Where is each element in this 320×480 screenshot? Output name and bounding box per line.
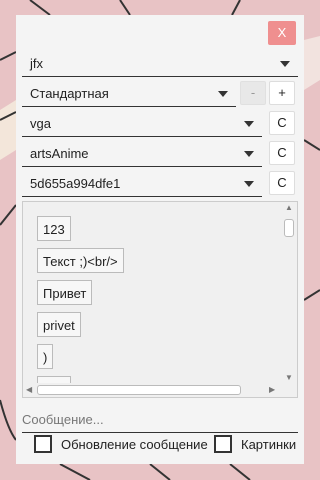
images-option[interactable]: Картинки <box>214 435 296 453</box>
room-select[interactable]: artsAnime <box>22 141 262 167</box>
plus-button[interactable]: + <box>269 81 295 105</box>
message-input[interactable] <box>22 407 298 433</box>
chat-panel: X jfx Стандартная - + vga C artsAnime C … <box>16 15 304 464</box>
minus-button[interactable]: - <box>240 81 266 105</box>
chevron-down-icon <box>280 61 290 67</box>
vertical-scrollbar[interactable]: ▲ ▼ <box>281 202 297 383</box>
vertical-scroll-thumb[interactable] <box>284 219 294 237</box>
session-select[interactable]: 5d655a994dfe1 <box>22 171 262 197</box>
horizontal-scroll-thumb[interactable] <box>37 385 241 395</box>
images-checkbox[interactable] <box>214 435 232 453</box>
message-item: 123 <box>37 216 71 241</box>
message-item: Привет <box>37 280 93 305</box>
close-button[interactable]: X <box>268 21 296 45</box>
session-select-value: 5d655a994dfe1 <box>30 176 121 191</box>
clear-button-1[interactable]: C <box>269 111 295 135</box>
scroll-right-icon[interactable]: ▶ <box>269 385 275 394</box>
clear-button-2[interactable]: C <box>269 141 295 165</box>
room-select-value: artsAnime <box>30 146 89 161</box>
resolution-select[interactable]: vga <box>22 111 262 137</box>
scroll-down-icon[interactable]: ▼ <box>285 373 293 382</box>
chevron-down-icon <box>244 121 254 127</box>
horizontal-scrollbar[interactable]: ◀ ▶ <box>23 383 283 397</box>
scroll-left-icon[interactable]: ◀ <box>26 385 32 394</box>
refresh-label: Обновление сообщение <box>61 436 208 452</box>
chevron-down-icon <box>244 181 254 187</box>
refresh-option[interactable]: Обновление сообщение <box>34 435 208 453</box>
theme-select-value: Стандартная <box>30 86 109 101</box>
images-label: Картинки <box>241 436 297 452</box>
resolution-select-value: vga <box>30 116 51 131</box>
message-log[interactable]: 123 Текст ;)<br/> Привет privet ) ▲ ▼ ◀ … <box>22 201 298 398</box>
clear-button-3[interactable]: C <box>269 171 295 195</box>
message-item: privet <box>37 312 81 337</box>
scroll-up-icon[interactable]: ▲ <box>285 203 293 212</box>
chevron-down-icon <box>218 91 228 97</box>
chevron-down-icon <box>244 151 254 157</box>
message-item: Текст ;)<br/> <box>37 248 124 273</box>
theme-select[interactable]: Стандартная <box>22 81 236 107</box>
message-item: ) <box>37 344 54 369</box>
message-list: 123 Текст ;)<br/> Привет privet ) <box>37 216 124 397</box>
server-select[interactable]: jfx <box>22 51 298 77</box>
server-select-value: jfx <box>30 56 43 71</box>
refresh-checkbox[interactable] <box>34 435 52 453</box>
